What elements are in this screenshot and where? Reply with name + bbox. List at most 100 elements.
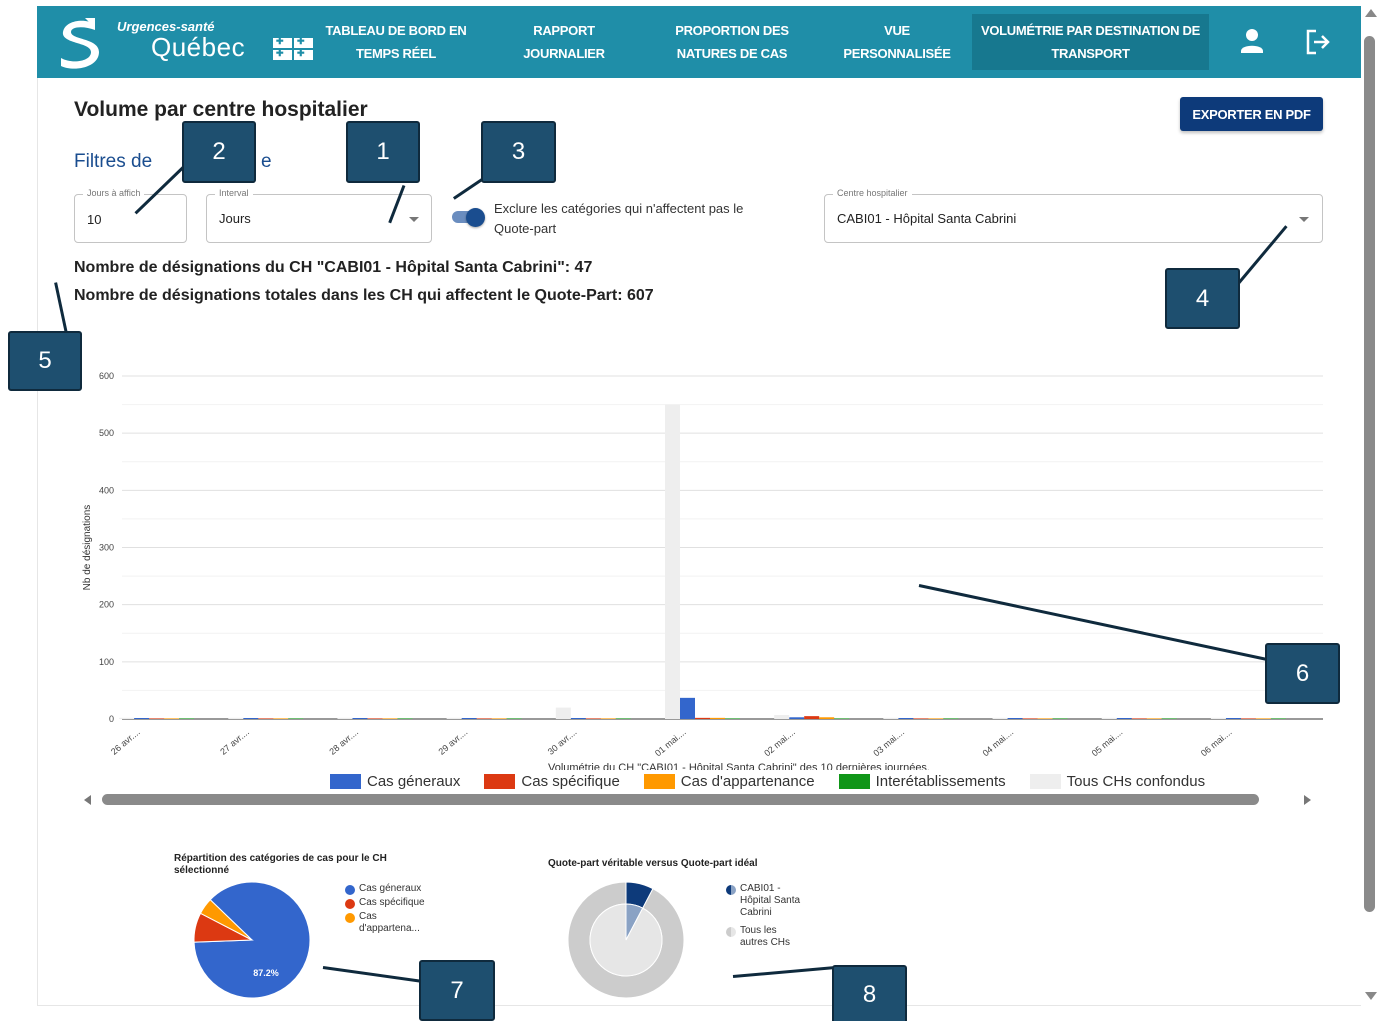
urgences-sante-logo[interactable]: Urgences-santé Québec: [55, 14, 313, 70]
bar-tous-chs-confondus: [1210, 717, 1226, 719]
bar-cas-d-appartenance: [710, 717, 725, 719]
bar-cas-g-neraux: [1007, 718, 1023, 719]
scrollbar-thumb[interactable]: [1364, 36, 1375, 912]
legend-label: Tous CHs confondus: [1066, 773, 1206, 790]
legend-item[interactable]: Interétablissements: [838, 773, 1006, 790]
page-vertical-scrollbar[interactable]: [1362, 0, 1380, 1010]
chevron-down-icon: [409, 217, 419, 222]
scroll-up-icon[interactable]: [1365, 9, 1377, 17]
donut-inner-slice: [589, 903, 663, 977]
legend-item[interactable]: Cas spécifique: [484, 773, 620, 790]
quote-part-legend-label: Tous les autres CHs: [740, 925, 791, 948]
pie-slice-label: 87.2%: [253, 968, 279, 978]
quote-part-legend-label: CABI01 - Hôpital Santa Cabrini: [740, 883, 801, 918]
hospital-select[interactable]: Centre hospitalier CABI01 - Hôpital Sant…: [824, 188, 1323, 243]
exclude-categories-label: Exclure les catégories qui n'affectent p…: [494, 201, 744, 236]
user-icon[interactable]: [1236, 26, 1268, 58]
bar-inter-tablissements: [615, 718, 631, 719]
bar-inter-tablissements: [1052, 718, 1068, 719]
bar-inter-tablissements: [397, 718, 413, 719]
total-designations-count: Nombre de désignations totales dans les …: [74, 287, 654, 304]
legend-dot-icon: [345, 885, 355, 895]
bar-cas-d-appartenance: [273, 718, 289, 719]
x-tick-label: 03 mai....: [871, 727, 906, 758]
bar-tous-chs-confondus: [228, 717, 244, 719]
nav-volumetrie-destination[interactable]: VOLUMÉTRIE PAR DESTINATION DE TRANSPORT: [972, 14, 1209, 70]
callout-1: 1: [346, 121, 420, 183]
quote-part-title: Quote-part véritable versus Quote-part i…: [548, 858, 758, 869]
x-tick-label: 04 mai....: [981, 727, 1016, 758]
x-tick-label: 30 avr....: [546, 727, 579, 757]
nav-tableau-de-bord[interactable]: TABLEAU DE BORD EN TEMPS RÉEL: [318, 14, 474, 70]
pie-legend-label: Cas géneraux: [359, 883, 422, 894]
bar-cas-d-appartenance: [164, 718, 180, 719]
logout-icon[interactable]: [1302, 26, 1334, 58]
callout-3: 3: [481, 121, 556, 183]
days-to-show-input[interactable]: Jours à affich 10: [74, 188, 187, 243]
bar-cas-d-appartenance: [1146, 718, 1162, 719]
x-tick-label: 02 mai....: [762, 727, 797, 758]
toggle-knob: [466, 208, 485, 227]
top-navigation-bar: Urgences-santé Québec TABLEAU DE BORD EN…: [37, 6, 1361, 78]
x-tick-label: 05 mai....: [1090, 727, 1125, 758]
pie-legend-item: Cas géneraux: [345, 883, 435, 895]
bar-inter-tablissements: [834, 718, 850, 719]
legend-swatch: [484, 774, 516, 789]
y-tick-label: 400: [99, 485, 114, 495]
bar-inter-tablissements: [943, 718, 959, 719]
bar-cas-d-appartenance: [600, 718, 616, 719]
scroll-down-icon[interactable]: [1365, 992, 1377, 1000]
y-axis-label: Nb de désignations: [82, 505, 93, 591]
y-tick-label: 100: [99, 657, 114, 667]
filters-title-left: Filtres de: [74, 151, 153, 172]
callout-5: 5: [8, 331, 82, 391]
pie-legend-item: Cas spécifique: [345, 897, 435, 909]
bar-tous-chs-confondus: [1101, 717, 1117, 719]
legend-dot-icon: [345, 913, 355, 923]
pie-legend-label: Cas spécifique: [359, 897, 425, 908]
bar-cas-g-neraux: [898, 718, 914, 719]
legend-item[interactable]: Cas d'appartenance: [643, 773, 815, 790]
hospital-designations-count: Nombre de désignations du CH "CABI01 - H…: [74, 259, 593, 276]
legend-label: Cas d'appartenance: [680, 773, 815, 790]
nav-rapport-journalier[interactable]: RAPPORT JOURNALIER: [496, 14, 632, 70]
bar-cas-d-appartenance: [382, 718, 398, 719]
hospital-value: CABI01 - Hôpital Santa Cabrini: [837, 211, 1017, 226]
chart-horizontal-scrollbar[interactable]: [80, 792, 1323, 808]
bar-cas-g-neraux: [243, 718, 259, 719]
bar-inter-tablissements: [506, 718, 522, 719]
nav-proportion-natures[interactable]: PROPORTION DES NATURES DE CAS: [659, 14, 805, 70]
pie-legend-item: Cas d'appartena...: [345, 911, 435, 935]
legend-label: Cas géneraux: [367, 773, 461, 790]
bar-cas-sp-cifique: [476, 718, 492, 719]
legend-swatch: [1029, 774, 1061, 789]
callout-6: 6: [1265, 643, 1340, 704]
scroll-right-icon[interactable]: [1304, 795, 1311, 805]
callout-4: 4: [1165, 268, 1240, 329]
bar-cas-sp-cifique: [258, 718, 274, 719]
scroll-left-icon[interactable]: [84, 795, 91, 805]
bar-tous-chs-confondus: [774, 714, 790, 719]
volume-bar-chart: 0 100 200 300 400 500 600 Nb de désignations 26 …: [82, 371, 1323, 770]
hospital-label: Centre hospitalier: [833, 188, 912, 198]
legend-label: Cas spécifique: [521, 773, 620, 790]
bar-chart-legend: Cas géneraux Cas spécifique Cas d'apparten…: [330, 773, 1229, 790]
nav-vue-personnalisee[interactable]: VUE PERSONNALISÉE: [831, 14, 963, 70]
bar-cas-sp-cifique: [804, 716, 820, 719]
chart-scrollbar-thumb[interactable]: [102, 794, 1259, 805]
quebec-flag-icon: [273, 36, 313, 60]
export-pdf-button[interactable]: EXPORTER EN PDF: [1180, 97, 1323, 131]
legend-item[interactable]: Tous CHs confondus: [1029, 773, 1206, 790]
legend-label: Interétablissements: [875, 773, 1006, 790]
bar-cas-sp-cifique: [1131, 718, 1147, 719]
bar-cas-g-neraux: [1225, 718, 1241, 719]
bar-cas-g-neraux: [352, 718, 368, 719]
quote-part-legend-item: CABI01 - Hôpital Santa Cabrini: [726, 883, 806, 919]
chart-title: Volumétrie du CH "CABI01 - Hôpital Santa…: [548, 762, 930, 770]
x-tick-label: 01 mai....: [653, 727, 688, 758]
bar-cas-d-appartenance: [928, 718, 944, 719]
legend-item[interactable]: Cas géneraux: [330, 773, 460, 790]
exclude-categories-toggle[interactable]: [450, 208, 486, 227]
y-tick-label: 300: [99, 543, 114, 553]
days-to-show-label: Jours à affich: [83, 188, 145, 198]
